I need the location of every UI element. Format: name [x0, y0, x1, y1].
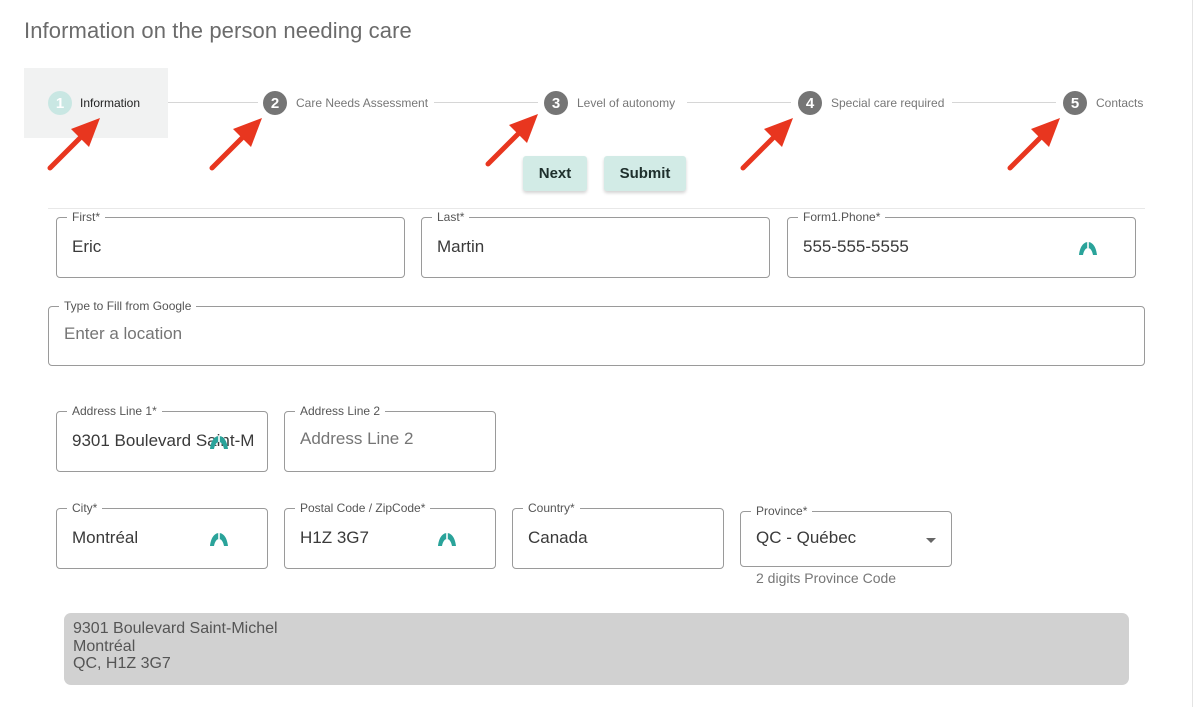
- field-label: Country*: [523, 501, 580, 515]
- country-value: Canada: [528, 528, 588, 547]
- step-label: Contacts: [1096, 96, 1144, 110]
- field-label: Province*: [751, 504, 813, 518]
- red-arrow-annotation-icon: [740, 118, 793, 171]
- address-line-2-input[interactable]: [300, 429, 480, 449]
- postal-code-field[interactable]: Postal Code / ZipCode* H1Z 3G7: [284, 501, 496, 569]
- postal-code-value: H1Z 3G7: [300, 528, 369, 547]
- autofill-icon[interactable]: [1078, 240, 1098, 256]
- last-name-value: Martin: [437, 237, 485, 256]
- step-label: Information: [80, 96, 141, 110]
- step-label: Care Needs Assessment: [296, 96, 429, 110]
- address-summary-line: QC, H1Z 3G7: [73, 655, 171, 672]
- step-level-of-autonomy[interactable]: 3 Level of autonomy: [544, 68, 675, 138]
- first-name-field[interactable]: First* Eric: [56, 210, 405, 278]
- address-line-2-field[interactable]: Address Line 2: [284, 404, 496, 472]
- phone-value: 555-555-5555: [803, 237, 909, 256]
- address-summary: 9301 Boulevard Saint-Michel Montréal QC,…: [64, 613, 1129, 685]
- step-connector: [434, 102, 538, 103]
- location-input[interactable]: [64, 324, 1124, 344]
- step-label: Level of autonomy: [577, 96, 676, 110]
- red-arrow-annotation-icon: [47, 118, 100, 171]
- step-connector: [687, 102, 791, 103]
- city-value: Montréal: [72, 528, 139, 547]
- field-label: Address Line 1*: [67, 404, 162, 418]
- red-arrow-annotation-icon: [1007, 118, 1060, 171]
- address-line-1-field[interactable]: Address Line 1* 9301 Boulevard Saint-M: [56, 404, 268, 472]
- address-summary-line: Montréal: [73, 637, 136, 655]
- field-label: Last*: [432, 210, 470, 224]
- red-arrow-annotation-icon: [209, 118, 262, 171]
- step-care-needs-assessment[interactable]: 2 Care Needs Assessment: [263, 68, 428, 138]
- form-card: Information on the person needing care 1…: [0, 0, 1193, 707]
- province-value: QC - Québec: [756, 528, 857, 547]
- step-special-care-required[interactable]: 4 Special care required: [798, 68, 944, 138]
- field-label: City*: [67, 501, 103, 515]
- chevron-down-icon[interactable]: [926, 538, 936, 543]
- phone-field[interactable]: Form1.Phone* 555-555-5555: [787, 210, 1136, 278]
- field-label: Postal Code / ZipCode*: [295, 501, 431, 515]
- address-line-1-value: 9301 Boulevard Saint-M: [72, 431, 255, 450]
- last-name-field[interactable]: Last* Martin: [421, 210, 770, 278]
- divider: [48, 208, 1145, 209]
- step-number: 3: [544, 91, 568, 115]
- field-label: First*: [67, 210, 105, 224]
- step-label: Special care required: [831, 96, 945, 110]
- step-contacts[interactable]: 5 Contacts: [1063, 68, 1143, 138]
- step-number: 4: [798, 91, 822, 115]
- address-summary-line: 9301 Boulevard Saint-Michel: [73, 620, 278, 637]
- autofill-icon[interactable]: [209, 531, 229, 547]
- google-location-field[interactable]: Type to Fill from Google: [48, 299, 1145, 366]
- autofill-icon[interactable]: [437, 531, 457, 547]
- next-button[interactable]: Next: [523, 156, 587, 191]
- step-number: 5: [1063, 91, 1087, 115]
- country-field[interactable]: Country* Canada: [512, 501, 724, 569]
- submit-button[interactable]: Submit: [604, 156, 686, 191]
- city-field[interactable]: City* Montréal: [56, 501, 268, 569]
- first-name-value: Eric: [72, 237, 102, 256]
- province-select[interactable]: Province* QC - Québec: [740, 504, 952, 567]
- autofill-icon[interactable]: [209, 434, 229, 450]
- page-title: Information on the person needing care: [24, 18, 412, 43]
- field-label: Form1.Phone*: [798, 210, 886, 224]
- step-connector: [952, 102, 1056, 103]
- province-helper-text: 2 digits Province Code: [756, 570, 897, 586]
- field-label: Address Line 2: [295, 404, 386, 418]
- field-label: Type to Fill from Google: [59, 299, 197, 313]
